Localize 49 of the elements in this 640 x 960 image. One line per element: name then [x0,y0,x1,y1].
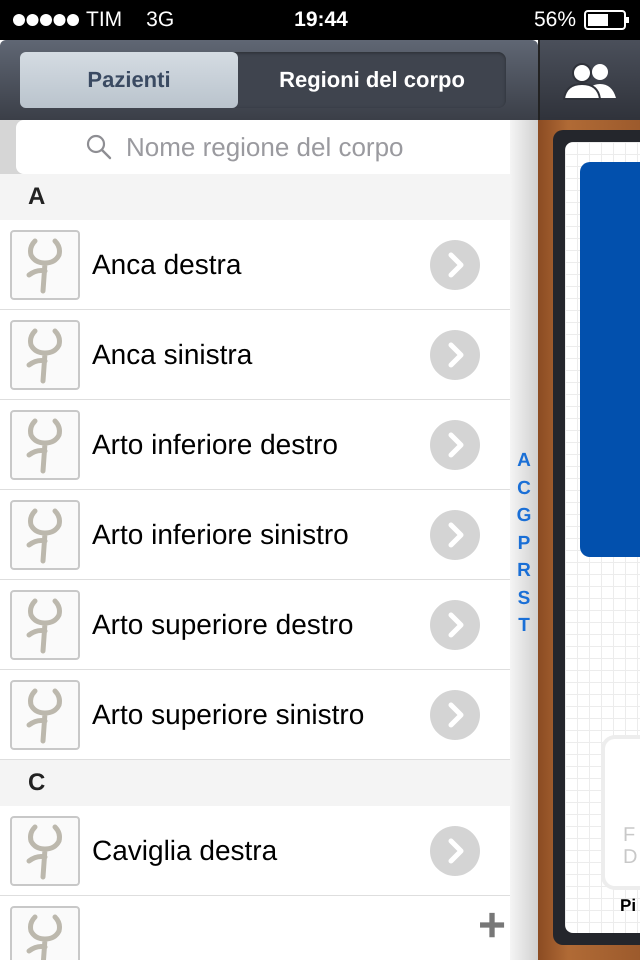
row-label: Anca sinistra [92,338,254,370]
chevron-icon[interactable] [430,510,480,560]
section-letter: A [28,183,46,211]
index-letter[interactable]: T [518,612,530,640]
battery-icon [584,10,630,30]
chevron-icon[interactable] [430,690,480,740]
card-caption: Pi [620,896,638,916]
list-row[interactable]: Arto superiore destro [0,580,510,670]
bone-thumbnail [10,680,80,750]
tab[interactable]: Pazienti [20,52,238,108]
chevron-icon[interactable] [430,330,480,380]
bone-thumbnail [10,410,80,480]
chevron-icon[interactable] [430,826,480,876]
list-row[interactable]: Caviglia destra [0,806,510,896]
tab[interactable]: Regioni del corpo [238,52,506,108]
row-label: Arto inferiore destro [92,428,339,460]
search-field[interactable]: Nome regione del corpo [16,120,510,174]
bone-thumbnail [10,230,80,300]
bone-thumbnail [10,816,80,886]
list-row[interactable]: Anca destra [0,220,510,310]
people-icon[interactable] [562,60,618,100]
index-letter[interactable]: R [517,557,531,584]
clock: 19:44 [294,8,348,32]
add-button[interactable]: + [478,906,506,946]
list-row[interactable]: Anca sinistra [0,310,510,400]
section-letter: C [28,769,46,797]
carrier-label: TIM [86,8,122,32]
row-label: Arto superiore destro [92,608,354,640]
network-label: 3G [146,8,174,32]
row-label: Caviglia destra [92,834,278,866]
chevron-icon[interactable] [430,420,480,470]
bone-thumbnail [10,500,80,570]
index-letter[interactable]: P [518,530,530,557]
row-label: Arto inferiore sinistro [92,518,350,550]
signal-icon [12,13,80,27]
index-letter[interactable]: A [517,447,531,474]
bone-thumbnail [10,590,80,660]
list-row[interactable]: Arto inferiore destro [0,400,510,490]
index-letter[interactable]: G [516,502,532,530]
battery-percent: 56% [534,8,576,32]
list-row[interactable]: Arto superiore sinistro [0,670,510,760]
row-label: Anca destra [92,248,242,280]
index-letter[interactable]: S [518,584,530,612]
list-row[interactable]: Arto inferiore sinistro [0,490,510,580]
chevron-icon[interactable] [430,240,480,290]
bone-thumbnail [10,320,80,390]
row-label: Arto superiore sinistro [92,698,366,730]
index-letter[interactable]: C [517,474,531,502]
chevron-icon[interactable] [430,600,480,650]
